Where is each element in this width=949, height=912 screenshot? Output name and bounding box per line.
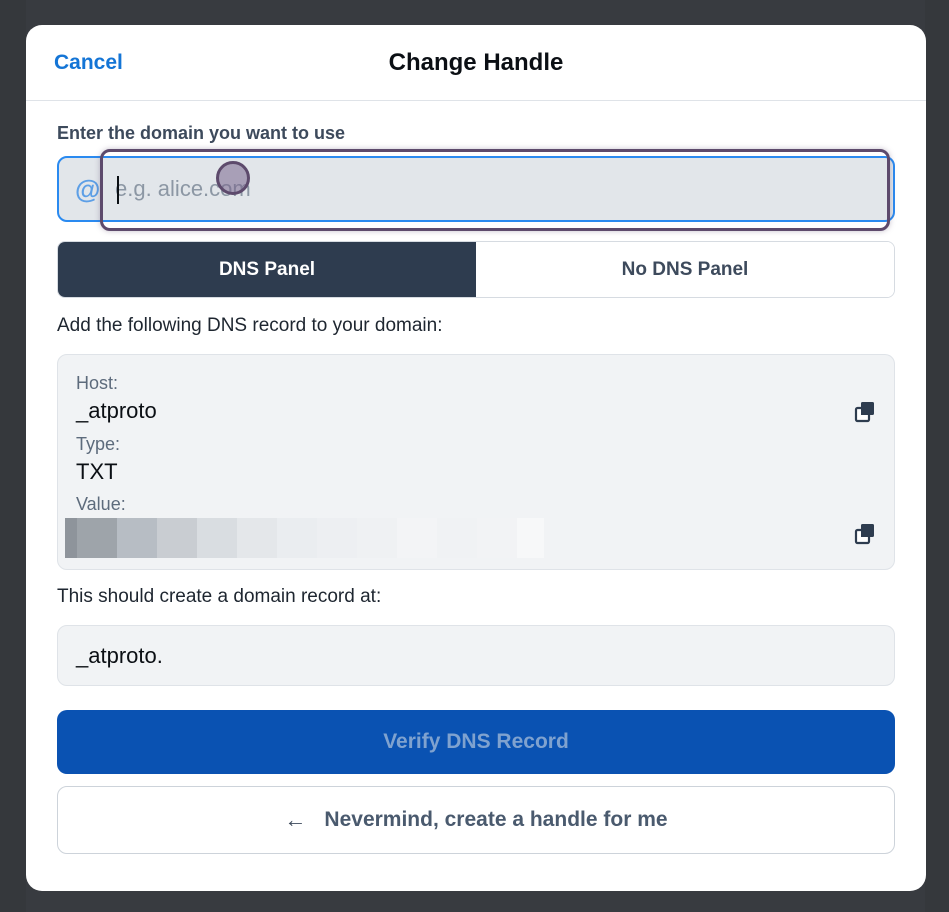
domain-input-container[interactable]: @ xyxy=(57,156,895,222)
dialog-header: Cancel Change Handle xyxy=(26,25,926,101)
backdrop-left xyxy=(0,0,26,912)
value-label: Value: xyxy=(76,494,126,514)
nevermind-label: Nevermind, create a handle for me xyxy=(324,808,668,831)
backdrop-right xyxy=(925,0,949,912)
at-sign-icon: @ xyxy=(75,174,101,204)
dns-instruction: Add the following DNS record to your dom… xyxy=(57,315,443,336)
dns-mode-tabs: DNS Panel No DNS Panel xyxy=(57,241,895,298)
nevermind-button[interactable]: ← Nevermind, create a handle for me xyxy=(57,786,895,854)
domain-record-box: _atproto. xyxy=(57,625,895,686)
type-value: TXT xyxy=(76,459,118,484)
verify-dns-label: Verify DNS Record xyxy=(383,730,569,753)
tab-no-dns-panel[interactable]: No DNS Panel xyxy=(476,242,894,297)
redacted-value xyxy=(65,518,544,558)
dns-record-box: Host: _atproto Type: TXT Value: xyxy=(57,354,895,570)
verify-dns-button[interactable]: Verify DNS Record xyxy=(57,710,895,774)
type-label: Type: xyxy=(76,434,121,454)
host-value: _atproto xyxy=(76,398,157,423)
domain-record-value: _atproto. xyxy=(76,643,163,668)
tab-dns-panel[interactable]: DNS Panel xyxy=(58,242,476,297)
change-handle-dialog: Cancel Change Handle Enter the domain yo… xyxy=(26,25,926,891)
host-label: Host: xyxy=(76,373,119,393)
domain-field-label: Enter the domain you want to use xyxy=(57,123,346,143)
domain-input[interactable] xyxy=(115,168,875,210)
dialog-title: Change Handle xyxy=(388,49,564,76)
arrow-left-icon: ← xyxy=(284,807,307,832)
copy-icon[interactable] xyxy=(854,523,876,545)
text-caret xyxy=(117,176,119,204)
domain-record-note: This should create a domain record at: xyxy=(57,586,382,607)
copy-icon[interactable] xyxy=(854,401,876,423)
